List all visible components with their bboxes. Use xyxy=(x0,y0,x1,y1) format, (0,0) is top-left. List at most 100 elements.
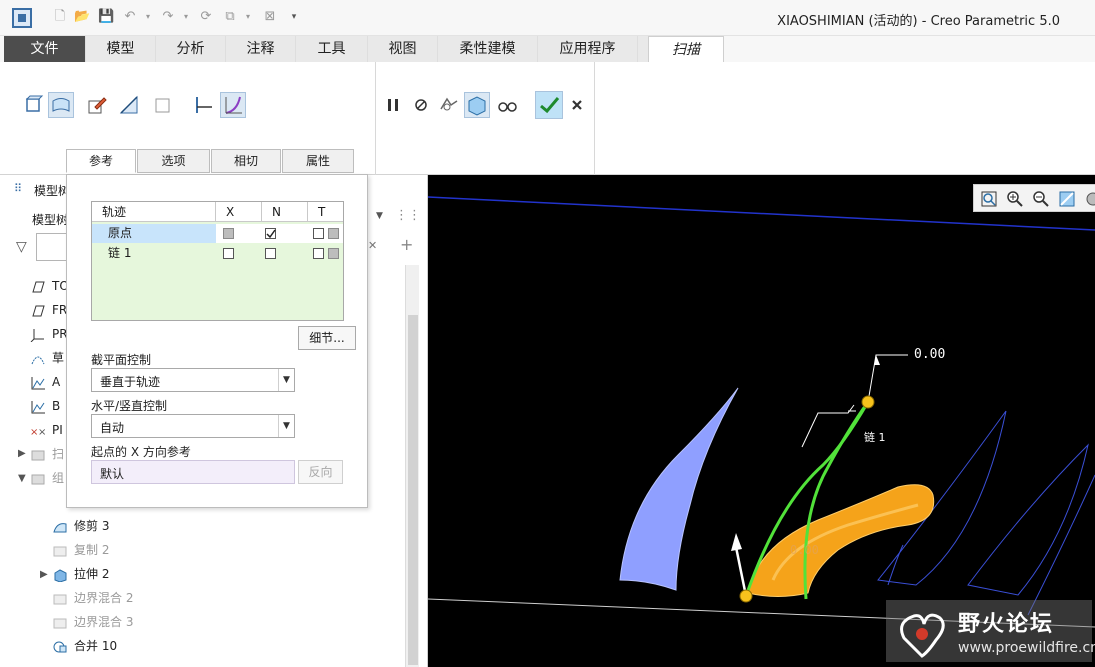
model-geometry[interactable] xyxy=(428,175,1095,667)
tab-model[interactable]: 模型 xyxy=(86,36,156,62)
tree-item-front[interactable]: FR xyxy=(30,300,67,320)
tab-references[interactable]: 参考 xyxy=(66,149,136,173)
save-icon[interactable]: 💾 xyxy=(98,9,114,25)
x-ref-label: 起点的 X 方向参考 xyxy=(91,445,191,459)
tree-filter-close-icon[interactable]: ✕ xyxy=(368,239,377,252)
trajectory-end-point[interactable] xyxy=(861,395,875,409)
no-preview-icon[interactable] xyxy=(408,92,434,118)
x-ref-collector[interactable]: 默认 xyxy=(91,460,295,484)
repaint-icon[interactable] xyxy=(1058,190,1076,208)
t-checkbox-chain1[interactable] xyxy=(313,248,324,259)
x-checkbox-chain1[interactable] xyxy=(223,248,234,259)
tree-item-merge-10[interactable]: 合并 10 xyxy=(52,636,117,656)
remove-material-icon[interactable] xyxy=(150,92,176,118)
tree-item-boundary-blend-3[interactable]: 边界混合 3 xyxy=(52,612,133,632)
tab-annotate[interactable]: 注释 xyxy=(226,36,296,62)
tree-item-top[interactable]: TO xyxy=(30,276,69,296)
redo-icon[interactable]: ↷ xyxy=(160,9,176,25)
sketch-pencil-icon[interactable] xyxy=(84,92,110,118)
thin-feature-icon[interactable] xyxy=(116,92,142,118)
n-checkbox-chain1[interactable] xyxy=(265,248,276,259)
t-checkbox-origin[interactable] xyxy=(313,228,324,239)
windows-dropdown-icon[interactable]: ▾ xyxy=(240,9,256,25)
tree-item-sketch[interactable]: 草 xyxy=(30,348,64,368)
x-checkbox-origin[interactable] xyxy=(223,228,234,239)
surface-blue[interactable] xyxy=(619,387,739,591)
verify-mode-icon[interactable] xyxy=(494,92,520,118)
tree-scrollbar[interactable] xyxy=(405,265,419,667)
new-file-icon[interactable]: 🗋 xyxy=(52,9,68,25)
swept-preview-tube[interactable] xyxy=(747,484,935,597)
flip-button[interactable]: 反向 xyxy=(298,460,343,484)
geometry-preview-icon[interactable] xyxy=(464,92,490,118)
confirm-icon[interactable] xyxy=(535,91,563,119)
variable-section-icon[interactable] xyxy=(220,92,246,118)
table-row[interactable]: 链 1 xyxy=(92,244,343,263)
surface-icon[interactable] xyxy=(48,92,74,118)
t-checkbox-origin-2[interactable] xyxy=(328,228,339,239)
cancel-icon[interactable] xyxy=(564,92,590,118)
tab-flexible-modeling[interactable]: 柔性建模 xyxy=(438,36,538,62)
tree-scrollbar-thumb[interactable] xyxy=(408,315,418,665)
col-trajectory: 轨迹 xyxy=(92,202,216,222)
open-file-icon[interactable]: 📂 xyxy=(74,9,90,25)
tree-item-point[interactable]: × × PI xyxy=(30,420,63,440)
section-plane-select[interactable]: 垂直于轨迹 ▼ xyxy=(91,368,295,392)
display-style-icon[interactable] xyxy=(1084,190,1095,208)
tree-item-boundary-blend-2[interactable]: 边界混合 2 xyxy=(52,588,133,608)
pause-icon[interactable] xyxy=(380,92,406,118)
add-column-icon[interactable]: + xyxy=(400,235,413,254)
attached-preview-icon[interactable] xyxy=(436,92,462,118)
tree-item-trim-3[interactable]: 修剪 3 xyxy=(52,516,109,536)
customize-toolbar-icon[interactable]: ▾ xyxy=(286,9,302,25)
tree-item-extrude-2[interactable]: 拉伸 2 xyxy=(52,564,109,584)
collapse-group-icon[interactable]: ▼ xyxy=(18,473,26,484)
tab-properties[interactable]: 属性 xyxy=(282,149,354,173)
tab-tangency[interactable]: 相切 xyxy=(211,149,281,173)
tree-item-axis-a[interactable]: A xyxy=(30,372,60,392)
undo-icon[interactable]: ↶ xyxy=(122,9,138,25)
tree-item-copy-2[interactable]: 复制 2 xyxy=(52,540,109,560)
t-checkbox-chain1-2[interactable] xyxy=(328,248,339,259)
col-n: N xyxy=(262,202,308,222)
tree-item-group[interactable]: 组 xyxy=(30,468,64,488)
tree-settings-dropdown-icon[interactable]: ▼ xyxy=(376,211,383,221)
redo-dropdown-icon[interactable]: ▾ xyxy=(178,9,194,25)
tab-sweep[interactable]: 扫描 xyxy=(648,36,724,62)
undo-dropdown-icon[interactable]: ▾ xyxy=(140,9,156,25)
close-window-icon[interactable]: ⊠ xyxy=(262,9,278,25)
tab-options[interactable]: 选项 xyxy=(137,149,210,173)
dimension-label-start[interactable]: 0.00 xyxy=(790,543,819,557)
model-tree-header: 模型树 xyxy=(32,213,69,227)
show-tree-icon[interactable]: ⋮⋮ xyxy=(395,208,421,223)
tree-search-input[interactable] xyxy=(36,233,68,261)
dimension-label-end[interactable]: 0.00 xyxy=(914,347,945,362)
table-row[interactable]: 原点 xyxy=(92,224,343,243)
app-menu-icon[interactable] xyxy=(12,8,32,28)
tree-item-sweep[interactable]: 扫 xyxy=(30,444,64,464)
n-checkbox-origin[interactable] xyxy=(265,228,276,239)
graphics-viewport[interactable]: 0.00 0.00 链 1 野火论坛 www.proewildfire.cn xyxy=(428,175,1095,667)
trajectory-start-point[interactable] xyxy=(739,589,753,603)
tab-view[interactable]: 视图 xyxy=(368,36,438,62)
hv-control-label: 水平/竖直控制 xyxy=(91,399,168,413)
tab-file[interactable]: 文件 xyxy=(4,36,86,62)
expand-sweep-icon[interactable]: ▶ xyxy=(18,448,26,459)
windows-icon[interactable]: ⧉ xyxy=(222,9,238,25)
refit-icon[interactable] xyxy=(980,190,998,208)
tree-item-axis-b[interactable]: B xyxy=(30,396,60,416)
start-direction-arrow-icon[interactable] xyxy=(731,533,742,551)
solid-icon[interactable] xyxy=(20,92,46,118)
details-button[interactable]: 细节... xyxy=(298,326,356,350)
tab-applications[interactable]: 应用程序 xyxy=(538,36,638,62)
regenerate-icon[interactable]: ⟳ xyxy=(198,9,214,25)
tree-item-csys[interactable]: PR xyxy=(30,324,68,344)
tab-tools[interactable]: 工具 xyxy=(296,36,368,62)
tab-analysis[interactable]: 分析 xyxy=(156,36,226,62)
zoom-out-icon[interactable] xyxy=(1032,190,1050,208)
constant-section-icon[interactable] xyxy=(190,92,216,118)
filter-icon[interactable]: ▽ xyxy=(16,239,27,255)
zoom-in-icon[interactable] xyxy=(1006,190,1024,208)
hv-control-select[interactable]: 自动 ▼ xyxy=(91,414,295,438)
expand-extrude-icon[interactable]: ▶ xyxy=(40,569,48,580)
